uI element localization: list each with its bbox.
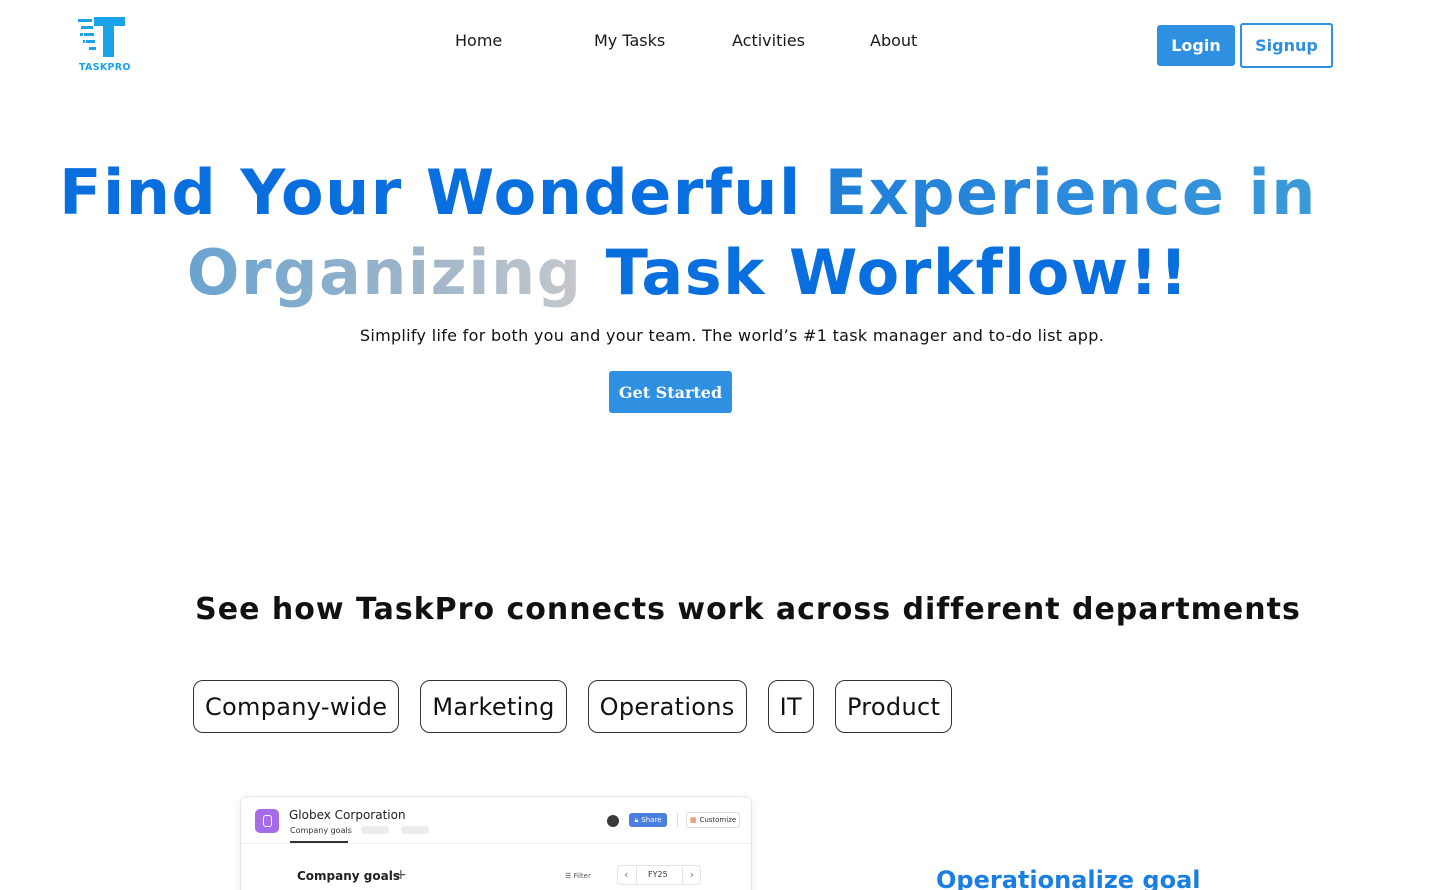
feature-heading: Operationalize goal [936, 866, 1201, 890]
nav-activities[interactable]: Activities [732, 31, 805, 50]
tab-it[interactable]: IT [767, 680, 814, 733]
departments-heading: See how TaskPro connects work across dif… [195, 592, 1301, 627]
divider [241, 843, 751, 844]
grid-icon: ▦ [689, 816, 697, 824]
preview-share-button: 🔒︎ Share [629, 813, 667, 827]
divider [677, 813, 678, 827]
taskpro-logo[interactable]: TASKPRO [78, 16, 134, 76]
preview-sub-tab: Company goals [290, 826, 352, 835]
divider [636, 866, 637, 884]
filter-icon: ☰ [565, 872, 574, 880]
lock-icon: 🔒︎ [634, 815, 639, 824]
login-button[interactable]: Login [1157, 25, 1235, 66]
period-label: FY25 [648, 870, 668, 879]
user-avatar [607, 815, 619, 827]
taskpro-logo-icon [78, 17, 125, 57]
preview-placeholder-pill [401, 826, 429, 834]
preview-section-title: Company goals [297, 869, 400, 883]
preview-placeholder-pill [361, 826, 389, 834]
hero-title-part-gradient: Organizing [186, 236, 583, 309]
share-label: Share [641, 816, 662, 824]
hero-title-part: Find Your Wonderful [59, 156, 825, 229]
tab-company-wide[interactable]: Company-wide [193, 680, 400, 733]
hero-title-part: Task Workflow!! [582, 236, 1190, 309]
department-tabs: Company-wide Marketing Operations IT Pro… [193, 680, 953, 733]
hero-title-line-1: Find Your Wonderful Experience in [0, 156, 1410, 229]
tab-marketing[interactable]: Marketing [420, 680, 567, 733]
preview-customize-button: ▦ Customize [686, 812, 740, 828]
hero-subtitle: Simplify life for both you and your team… [359, 326, 1105, 345]
preview-filter: ☰ Filter [565, 872, 591, 880]
filter-label: Filter [573, 872, 591, 880]
nav-my-tasks[interactable]: My Tasks [594, 31, 665, 50]
chevron-left-icon: ‹ [624, 868, 629, 881]
preview-org-name: Globex Corporation [289, 808, 406, 822]
signup-button[interactable]: Signup [1240, 23, 1333, 68]
customize-label: Customize [699, 816, 737, 824]
nav-about[interactable]: About [870, 31, 917, 50]
nav-home[interactable]: Home [455, 31, 502, 50]
plus-icon: + [395, 867, 407, 883]
org-avatar-icon [255, 809, 279, 833]
preview-period-selector: ‹ FY25 › [617, 865, 701, 885]
divider [682, 866, 683, 884]
chevron-right-icon: › [689, 868, 694, 881]
app-preview-card: Globex Corporation Company goals 🔒︎ Share… [240, 796, 752, 890]
tab-operations[interactable]: Operations [587, 680, 747, 733]
get-started-button[interactable]: Get Started [609, 371, 732, 413]
hero-title-line-2: Organizing Task Workflow!! [0, 236, 1410, 309]
brand-name: TASKPRO [79, 62, 131, 73]
hero-title-part-gradient: Experience in [824, 156, 1317, 229]
tab-product[interactable]: Product [834, 680, 953, 733]
